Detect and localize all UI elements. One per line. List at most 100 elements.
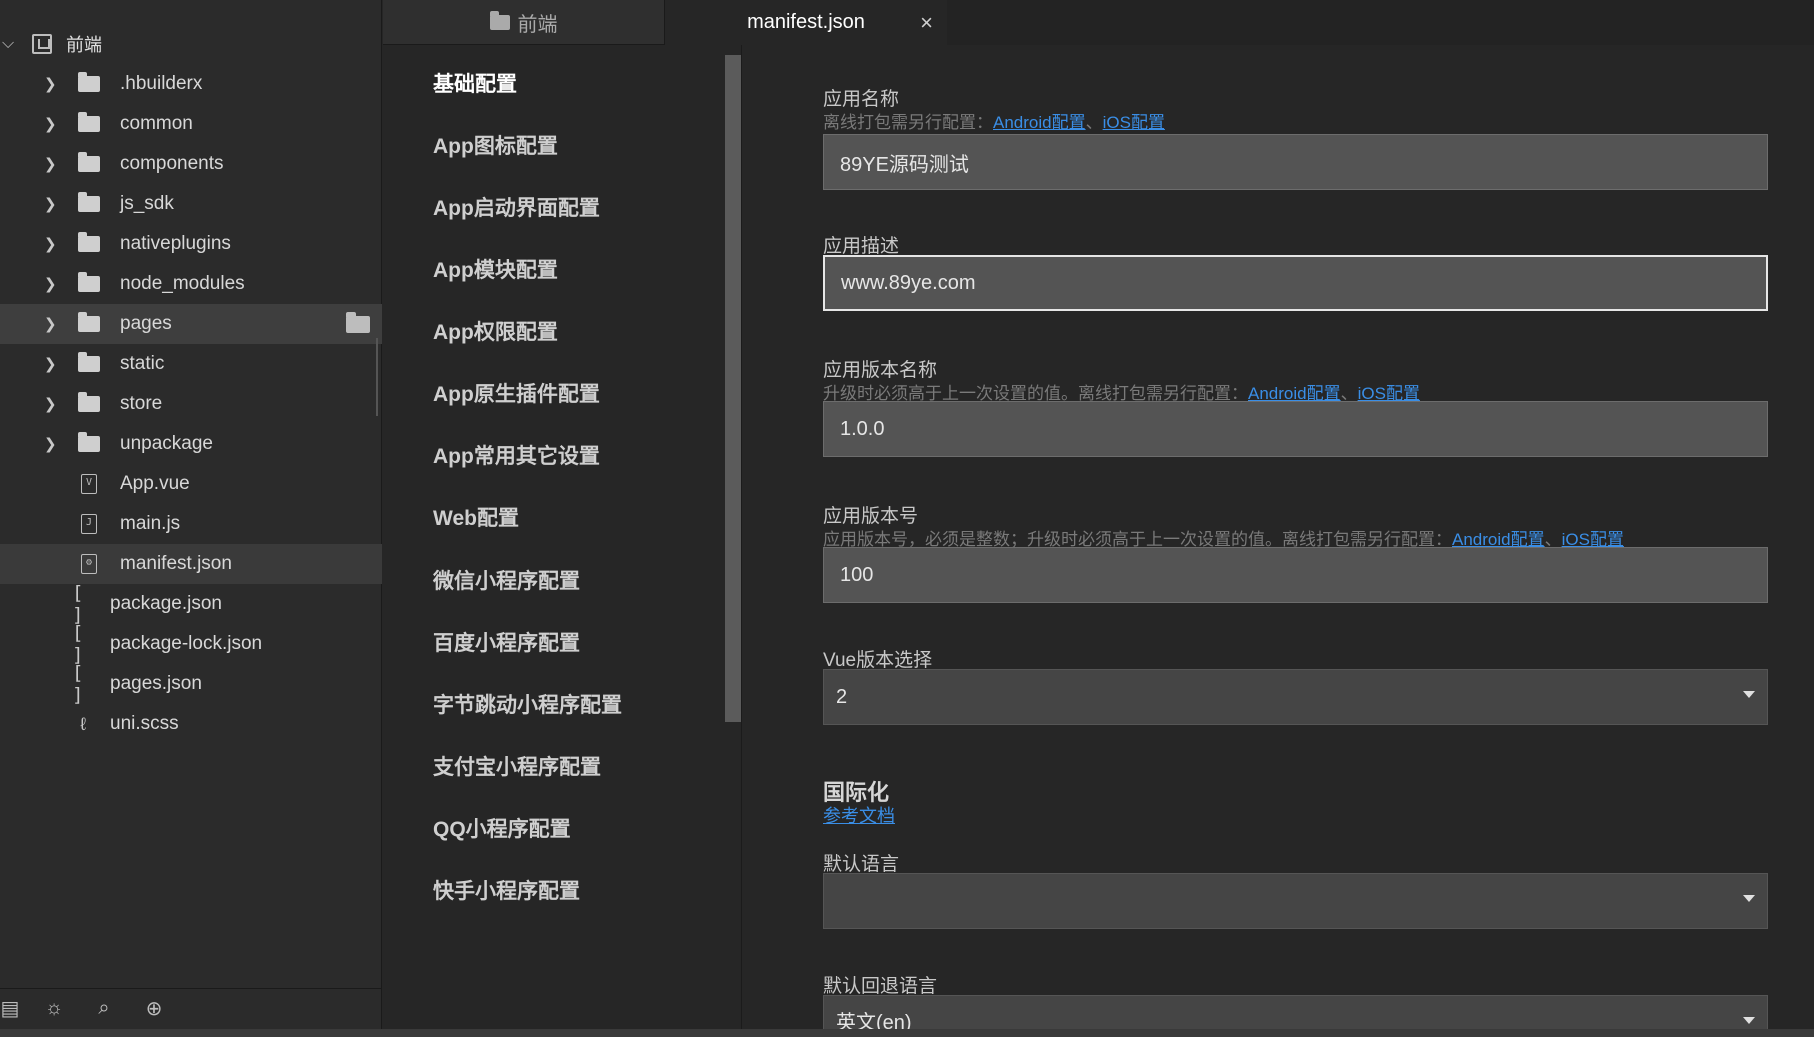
scss-file-icon: ℓ (80, 713, 86, 734)
search-log-icon[interactable]: ⌕ (88, 993, 120, 1025)
tree-item-pages-json[interactable]: [ ] pages.json (0, 662, 382, 706)
tree-item-static[interactable]: ❯ static (0, 344, 382, 384)
tree-item-pages[interactable]: ❯ pages (0, 304, 382, 344)
version-code-input[interactable]: 100 (823, 547, 1768, 603)
chevron-right-icon[interactable]: ❯ (44, 75, 58, 93)
chevron-right-icon[interactable]: ❯ (44, 315, 58, 333)
manifest-settings-nav: 基础配置 App图标配置 App启动界面配置 App模块配置 App权限配置 A… (383, 45, 741, 1037)
tree-item-label: js_sdk (120, 193, 174, 214)
sidebar-footer-toolbar: ▤ ☼ ⌕ ⊕ (0, 988, 382, 1028)
horizontal-scrollbar[interactable] (0, 1029, 1814, 1037)
tree-item-main-js[interactable]: J main.js (0, 504, 382, 544)
chevron-right-icon[interactable]: ❯ (44, 275, 58, 293)
folder-icon (489, 10, 510, 30)
nav-alipay-mp-config[interactable]: 支付宝小程序配置 (433, 751, 601, 781)
nav-app-native-plugin-config[interactable]: App原生插件配置 (433, 378, 600, 408)
tree-item-common[interactable]: ❯ common (0, 104, 382, 144)
folder-icon (78, 152, 100, 172)
nav-kuaishou-mp-config[interactable]: 快手小程序配置 (433, 875, 580, 905)
tree-item-label: uni.scss (110, 713, 179, 734)
nav-app-splash-config[interactable]: App启动界面配置 (433, 192, 600, 222)
android-config-link[interactable]: Android配置 (993, 113, 1086, 132)
tree-item-uni-scss[interactable]: ℓ uni.scss (0, 704, 382, 744)
app-desc-input[interactable]: www.89ye.com (823, 255, 1768, 311)
nav-scrollbar-track (741, 45, 742, 1037)
chevron-right-icon[interactable]: ❯ (44, 355, 58, 373)
chevron-right-icon[interactable]: ❯ (44, 115, 58, 133)
ios-config-link[interactable]: iOS配置 (1103, 113, 1165, 132)
tree-item-label: nativeplugins (120, 233, 231, 254)
nav-web-config[interactable]: Web配置 (433, 502, 519, 532)
folder-icon (78, 72, 100, 92)
version-code-label: 应用版本号 (823, 506, 919, 527)
manifest-file-icon: ⚙ (81, 554, 97, 574)
tree-item-store[interactable]: ❯ store (0, 384, 382, 424)
chevron-right-icon[interactable]: ❯ (44, 195, 58, 213)
default-lang-select[interactable] (823, 873, 1768, 929)
i18n-doc-link[interactable]: 参考文档 (823, 802, 895, 828)
chevron-right-icon[interactable]: ❯ (44, 155, 58, 173)
sidebar-resize-handle[interactable] (376, 338, 378, 416)
hint-text: 离线打包需另行配置： (823, 113, 993, 132)
vue-file-icon: V (81, 474, 97, 494)
project-icon (32, 34, 52, 54)
tree-item-package-json[interactable]: [ ] package.json (0, 582, 382, 626)
nav-app-permission-config[interactable]: App权限配置 (433, 316, 558, 346)
nav-app-other-settings[interactable]: App常用其它设置 (433, 440, 600, 470)
vue-version-label: Vue版本选择 (823, 650, 933, 671)
tree-item-label: common (120, 113, 193, 134)
caret-down-icon (1743, 895, 1755, 902)
tree-root-label: 前端 (66, 35, 102, 55)
editor-tabbar: 前端 manifest.json × (383, 0, 1814, 45)
app-name-input[interactable]: 89YE源码测试 (823, 134, 1768, 190)
tree-item-nativeplugins[interactable]: ❯ nativeplugins (0, 224, 382, 264)
tree-item-manifest-json[interactable]: ⚙ manifest.json (0, 544, 382, 584)
folder-icon (78, 352, 100, 372)
tree-item-label: store (120, 393, 163, 414)
tab-label: manifest.json (747, 11, 865, 33)
tree-item-label: main.js (120, 513, 181, 534)
js-file-icon: J (81, 514, 97, 534)
tree-item-app-vue[interactable]: V App.vue (0, 464, 382, 504)
tree-item-package-lock-json[interactable]: [ ] package-lock.json (0, 622, 382, 666)
nav-qq-mp-config[interactable]: QQ小程序配置 (433, 813, 571, 843)
tree-item-hbuilderx[interactable]: ❯ .hbuilderx (0, 64, 382, 104)
nav-app-module-config[interactable]: App模块配置 (433, 254, 558, 284)
vue-version-select[interactable]: 2 (823, 669, 1768, 725)
nav-scrollbar-thumb[interactable] (725, 55, 741, 722)
project-sidebar: ⌵ 前端 ❯ .hbuilderx ❯ common ❯ components … (0, 0, 382, 1037)
tree-item-components[interactable]: ❯ components (0, 144, 382, 184)
tree-item-label: package-lock.json (110, 633, 263, 654)
nav-weixin-mp-config[interactable]: 微信小程序配置 (433, 565, 580, 595)
tree-item-js-sdk[interactable]: ❯ js_sdk (0, 184, 382, 224)
tree-item-node-modules[interactable]: ❯ node_modules (0, 264, 382, 304)
tab-project[interactable]: 前端 (383, 0, 665, 45)
close-icon[interactable]: × (920, 10, 933, 36)
tree-item-label: pages (120, 313, 172, 334)
list-icon[interactable]: ▤ (0, 993, 20, 1025)
tree-item-unpackage[interactable]: ❯ unpackage (0, 424, 382, 464)
tree-item-label: pages.json (110, 673, 202, 694)
nav-toutiao-mp-config[interactable]: 字节跳动小程序配置 (433, 689, 622, 719)
tree-root-project[interactable]: ⌵ 前端 (0, 28, 382, 60)
chevron-right-icon[interactable]: ❯ (44, 435, 58, 453)
open-folder-icon[interactable] (346, 312, 370, 333)
default-lang-label: 默认语言 (823, 854, 900, 875)
tree-item-label: node_modules (120, 273, 245, 294)
hint-separator: 、 (1085, 113, 1103, 132)
file-tree: ❯ .hbuilderx ❯ common ❯ components ❯ js_… (0, 64, 382, 744)
chevron-down-icon[interactable]: ⌵ (2, 35, 22, 53)
nav-baidu-mp-config[interactable]: 百度小程序配置 (433, 627, 580, 657)
nav-basic-config[interactable]: 基础配置 (433, 68, 517, 98)
manifest-form: 应用名称 离线打包需另行配置：Android配置、iOS配置 89YE源码测试 … (823, 45, 1773, 1037)
chevron-right-icon[interactable]: ❯ (44, 395, 58, 413)
version-name-input[interactable]: 1.0.0 (823, 401, 1768, 457)
bug-icon[interactable]: ☼ (38, 993, 70, 1025)
tree-item-label: static (120, 353, 165, 374)
chevron-right-icon[interactable]: ❯ (44, 235, 58, 253)
nav-app-icon-config[interactable]: App图标配置 (433, 130, 558, 160)
globe-icon[interactable]: ⊕ (138, 993, 170, 1025)
folder-icon (78, 112, 100, 132)
tab-manifest-json[interactable]: manifest.json × (665, 0, 947, 45)
tree-item-label: App.vue (120, 473, 190, 494)
